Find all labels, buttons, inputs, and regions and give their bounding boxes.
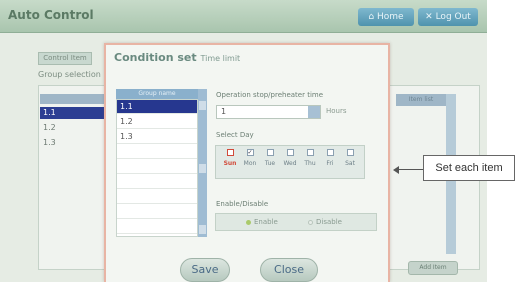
scroll-up-arrow-icon[interactable] (199, 101, 206, 110)
app-title: Auto Control (8, 8, 94, 22)
group-list-item-empty (117, 205, 197, 219)
group-selection-label: Group selection (38, 70, 101, 79)
group-list-item-empty (117, 175, 197, 189)
checkbox-icon[interactable] (306, 149, 314, 156)
enable-label: Enable (254, 218, 278, 226)
disable-radio[interactable]: Disable (308, 218, 342, 226)
day-selector: Sun ✓ Mon Tue Wed Thu Fri Sat (215, 145, 365, 179)
enable-radio[interactable]: Enable (246, 218, 278, 226)
background-row[interactable]: 1.1 (40, 107, 110, 119)
checkbox-icon[interactable] (346, 149, 354, 156)
day-checkbox-sat[interactable]: Sat (342, 149, 358, 167)
checkbox-icon[interactable] (266, 149, 274, 156)
time-unit: Hours (326, 107, 347, 115)
day-checkbox-tue[interactable]: Tue (262, 149, 278, 167)
group-list-item[interactable]: 1.3 (117, 130, 197, 144)
day-label: Fri (326, 160, 334, 167)
scroll-thumb[interactable] (199, 164, 206, 173)
checkbox-icon[interactable] (326, 149, 334, 156)
logout-icon: ✕ (425, 12, 433, 22)
home-icon: ⌂ (368, 12, 375, 22)
checkbox-icon[interactable] (286, 149, 294, 156)
background-row[interactable]: 1.2 (40, 122, 110, 134)
scroll-down-arrow-icon[interactable] (199, 225, 206, 234)
home-button[interactable]: ⌂ Home (358, 8, 414, 26)
group-list-item-empty (117, 190, 197, 204)
callout-arrow-icon (393, 166, 399, 174)
day-label: Tue (264, 160, 276, 167)
title-bar: Auto Control ⌂ Home ✕ Log Out (0, 0, 487, 33)
save-button[interactable]: Save (180, 258, 230, 282)
time-label: Operation stop/preheater time (216, 91, 324, 99)
group-list-item[interactable]: 1.2 (117, 115, 197, 129)
control-item-tab[interactable]: Control Item (38, 52, 92, 65)
day-label: Thu (304, 160, 316, 167)
radio-unselected-icon[interactable] (308, 219, 313, 225)
close-button[interactable]: Close (260, 258, 318, 282)
day-checkbox-sun[interactable]: Sun (222, 149, 238, 167)
radio-selected-icon[interactable] (246, 219, 251, 225)
day-checkbox-mon[interactable]: ✓ Mon (242, 149, 258, 167)
condition-set-dialog: Condition set Time limit Group name 1.1 … (104, 43, 390, 282)
disable-label: Disable (316, 218, 342, 226)
add-item-button[interactable]: Add Item (408, 261, 458, 275)
background-list-header (40, 94, 110, 104)
day-checkbox-thu[interactable]: Thu (302, 149, 318, 167)
group-list-item-empty (117, 145, 197, 159)
home-label: Home (377, 12, 404, 22)
logout-label: Log Out (435, 12, 471, 22)
logout-button[interactable]: ✕ Log Out (418, 8, 478, 26)
background-row[interactable]: 1.3 (40, 137, 110, 149)
group-list-item-empty (117, 160, 197, 174)
day-label: Mon (243, 160, 257, 167)
group-name-list: 1.1 1.2 1.3 (116, 99, 198, 237)
group-list-item[interactable]: 1.1 (117, 100, 197, 114)
day-label: Sun (223, 160, 237, 167)
callout-line (397, 169, 423, 170)
day-checkbox-fri[interactable]: Fri (322, 149, 338, 167)
group-name-header: Group name (116, 89, 198, 99)
time-value: 1 (221, 107, 227, 116)
group-list-item-empty (117, 220, 197, 234)
time-select[interactable]: 1 (216, 105, 321, 119)
checkbox-icon[interactable] (226, 149, 234, 156)
checkbox-checked-icon[interactable]: ✓ (246, 149, 254, 156)
enable-disable-group: Enable Disable (215, 213, 377, 231)
select-day-label: Select Day (216, 131, 254, 139)
group-list-scrollbar[interactable] (198, 89, 207, 237)
callout-label: Set each item (423, 155, 515, 181)
dialog-subtitle: Time limit (200, 54, 241, 63)
dialog-title-text: Condition set (114, 51, 197, 64)
item-list-header: Item list (396, 94, 446, 106)
day-label: Wed (283, 160, 297, 167)
dialog-title: Condition set Time limit (114, 51, 240, 64)
enable-disable-label: Enable/Disable (216, 200, 269, 208)
day-checkbox-wed[interactable]: Wed (282, 149, 298, 167)
day-label: Sat (345, 160, 355, 167)
chevron-down-icon[interactable] (308, 106, 320, 118)
